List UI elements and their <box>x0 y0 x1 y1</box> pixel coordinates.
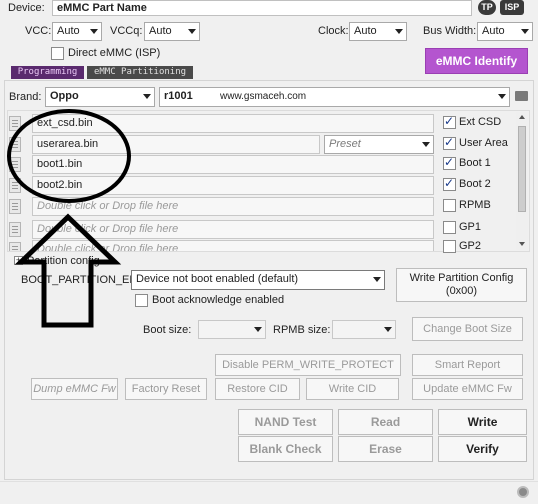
annotation-circle <box>7 109 131 203</box>
annotation-overlay <box>7 109 131 328</box>
annotation-arrow <box>14 213 122 328</box>
